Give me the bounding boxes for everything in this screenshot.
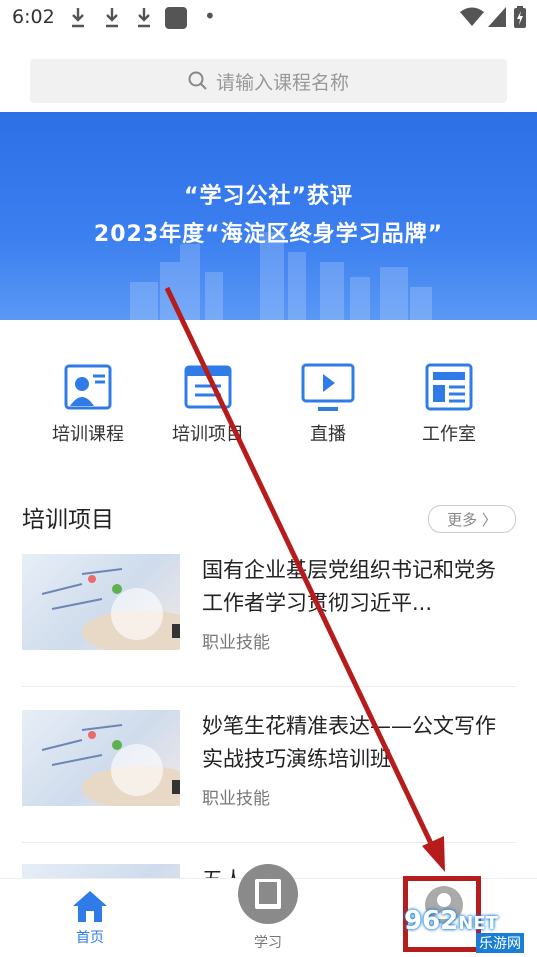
more-button[interactable]: 更多 〉 bbox=[428, 505, 516, 533]
home-icon bbox=[73, 891, 107, 922]
course-title: 国有企业基层党组织书记和党务工作者学习贯彻习近平... bbox=[202, 558, 496, 615]
course-card[interactable]: 妙笔生花精准表达——公文写作实战技巧演练培训班 职业技能 bbox=[22, 710, 516, 810]
quick-link-label: 工作室 bbox=[422, 424, 476, 445]
course-thumbnail bbox=[22, 710, 180, 806]
course-card[interactable]: 国有企业基层党组织书记和党务工作者学习贯彻习近平... 职业技能 bbox=[22, 554, 516, 654]
tab-label: 首页 bbox=[76, 930, 104, 946]
quick-link-live[interactable]: 直播 bbox=[273, 362, 383, 446]
download-icon bbox=[106, 8, 118, 28]
course-thumbnail bbox=[22, 554, 180, 650]
watermark-text: 乐游网 bbox=[476, 933, 524, 953]
divider bbox=[22, 686, 516, 687]
banner-line-1: “学习公社”获评 bbox=[184, 184, 353, 209]
quick-link-label: 培训课程 bbox=[52, 424, 124, 445]
course-thumbnail bbox=[22, 864, 180, 878]
course-tag: 职业技能 bbox=[202, 789, 270, 809]
course-icon bbox=[64, 364, 112, 410]
download-icon bbox=[72, 8, 84, 28]
status-time: 6:02 bbox=[12, 6, 55, 28]
battery-icon bbox=[514, 6, 526, 28]
project-icon bbox=[184, 365, 232, 409]
more-notifications-icon: • bbox=[204, 4, 216, 28]
course-title: 妙笔生花精准表达——公文写作实战技巧演练培训班 bbox=[202, 714, 496, 771]
quick-link-course[interactable]: 培训课程 bbox=[33, 362, 143, 446]
tab-study[interactable]: 学习 bbox=[236, 863, 300, 952]
tab-label: 学习 bbox=[254, 935, 282, 951]
course-tag: 职业技能 bbox=[202, 633, 270, 653]
banner[interactable]: “学习公社”获评 2023年度“海淀区终身学习品牌” bbox=[0, 112, 537, 320]
quick-link-project[interactable]: 培训项目 bbox=[153, 362, 263, 446]
wifi-icon bbox=[460, 7, 484, 26]
status-bar: 6:02 • bbox=[0, 0, 537, 36]
course-thumbnail-graphic bbox=[41, 568, 180, 650]
search-icon bbox=[188, 71, 207, 90]
search-placeholder: 请输入课程名称 bbox=[215, 71, 349, 94]
quick-link-studio[interactable]: 工作室 bbox=[394, 362, 504, 446]
signal-icon bbox=[488, 7, 506, 27]
download-icon bbox=[138, 8, 150, 28]
watermark-logo: 962NET bbox=[404, 906, 498, 936]
search-input[interactable]: 请输入课程名称 bbox=[30, 59, 507, 103]
course-thumbnail-graphic bbox=[41, 724, 180, 806]
tab-home[interactable]: 首页 bbox=[60, 889, 120, 947]
banner-line-2: 2023年度“海淀区终身学习品牌” bbox=[93, 222, 444, 247]
section-title: 培训项目 bbox=[22, 507, 114, 533]
quick-link-label: 直播 bbox=[310, 424, 346, 445]
app-notification-icon bbox=[165, 7, 187, 29]
quick-link-label: 培训项目 bbox=[172, 424, 244, 445]
studio-icon bbox=[425, 363, 473, 411]
divider bbox=[22, 842, 516, 843]
live-icon bbox=[301, 363, 355, 411]
book-icon bbox=[238, 864, 298, 924]
